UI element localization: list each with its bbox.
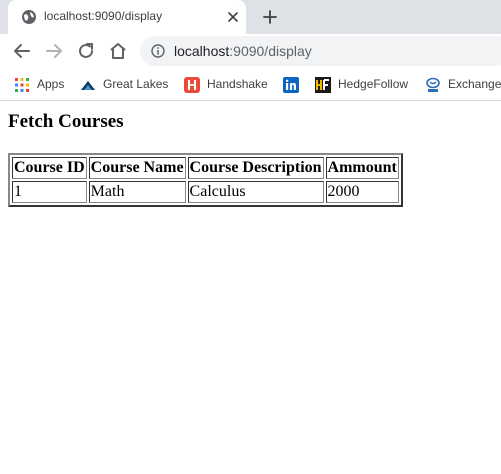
great-lakes-icon xyxy=(81,81,95,90)
forward-arrow-icon[interactable] xyxy=(43,40,65,62)
table-row: 1 Math Calculus 2000 xyxy=(12,181,399,203)
tab-title: localhost:9090/display xyxy=(44,9,163,23)
header-amount: Ammount xyxy=(325,157,399,179)
browser-chrome: localhost:9090/display localhost:9090/di… xyxy=(0,0,501,101)
apps-grid-icon xyxy=(15,78,29,92)
table-header-row: Course ID Course Name Course Description… xyxy=(12,157,399,179)
home-icon[interactable] xyxy=(107,40,129,62)
page-title: Fetch Courses xyxy=(8,111,124,132)
cell-course-description: Calculus xyxy=(187,181,324,203)
back-arrow-icon[interactable] xyxy=(11,40,33,62)
new-tab-plus-icon[interactable] xyxy=(261,8,279,26)
bookmarks-bar: Apps Great Lakes Handshake HedgeFollow E… xyxy=(0,69,501,101)
cell-amount: 2000 xyxy=(325,181,399,203)
header-course-id: Course ID xyxy=(12,157,87,179)
bookmark-label: Great Lakes xyxy=(103,77,169,91)
cell-course-name: Math xyxy=(88,181,186,203)
url-path: :9090/display xyxy=(229,43,312,59)
bookmark-label: HedgeFollow xyxy=(338,77,409,91)
tata-icon xyxy=(426,77,440,92)
bookmark-label: Handshake xyxy=(207,77,268,91)
globe-icon xyxy=(22,10,36,24)
header-course-name: Course Name xyxy=(88,157,186,179)
tab-strip: localhost:9090/display xyxy=(0,0,501,34)
bookmark-label: Apps xyxy=(37,77,65,91)
toolbar: localhost:9090/display xyxy=(0,34,501,69)
page-content: Fetch Courses Course ID Course Name Cour… xyxy=(0,111,501,207)
cell-course-id: 1 xyxy=(12,181,87,203)
address-url[interactable]: localhost:9090/display xyxy=(174,43,312,59)
info-icon[interactable] xyxy=(151,44,165,58)
tab-active[interactable]: localhost:9090/display xyxy=(8,0,246,34)
bookmark-label: Exchange_ xyxy=(448,77,501,91)
url-host: localhost xyxy=(174,43,230,59)
reload-icon[interactable] xyxy=(75,40,97,62)
hedgefollow-icon xyxy=(315,77,331,93)
handshake-icon xyxy=(184,77,200,93)
address-bar[interactable]: localhost:9090/display xyxy=(140,36,501,66)
courses-table: Course ID Course Name Course Description… xyxy=(8,153,403,207)
linkedin-icon xyxy=(283,77,299,93)
header-course-description: Course Description xyxy=(187,157,324,179)
close-icon[interactable] xyxy=(226,10,240,24)
